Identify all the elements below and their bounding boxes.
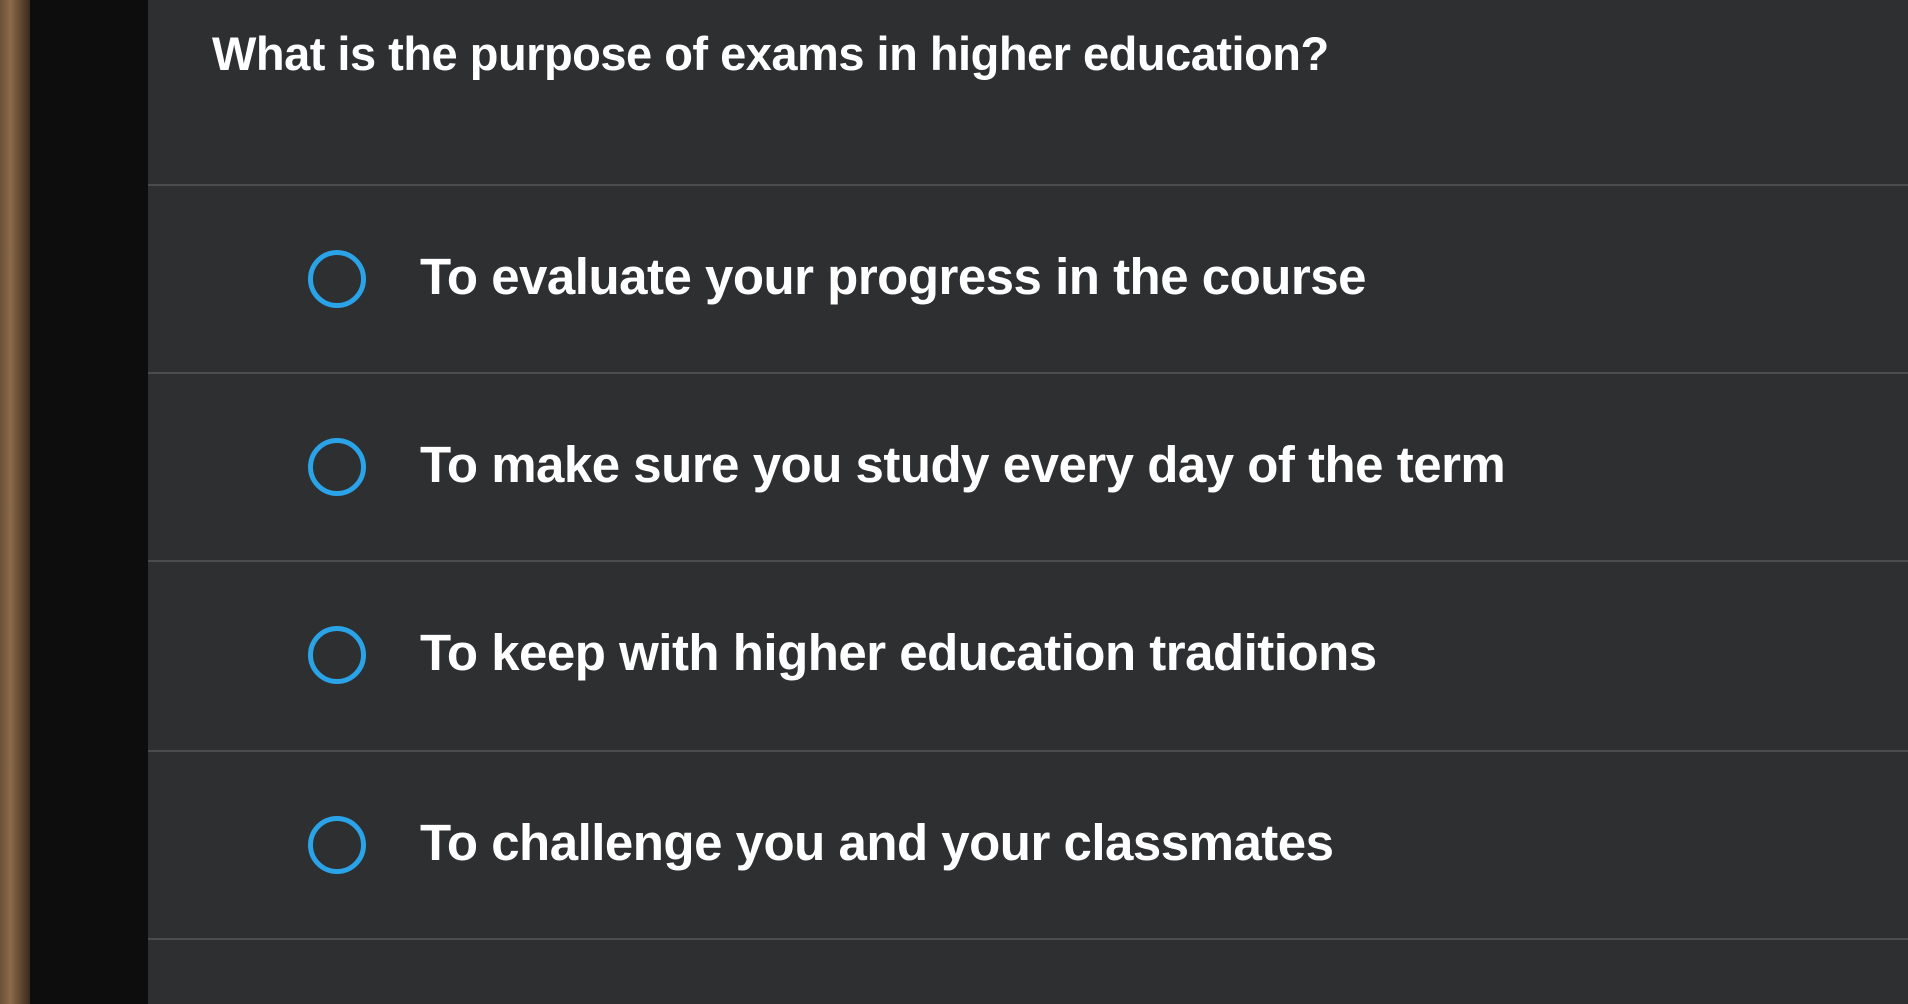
question-text: What is the purpose of exams in higher e… xyxy=(212,27,1329,80)
divider xyxy=(148,938,1908,940)
answer-option-1[interactable]: To evaluate your progress in the course xyxy=(148,186,1908,372)
device-frame-edge xyxy=(0,0,30,1004)
answer-option-label: To challenge you and your classmates xyxy=(420,814,1334,871)
answer-option-label: To keep with higher education traditions xyxy=(420,624,1377,681)
radio-button-icon[interactable] xyxy=(308,438,366,496)
answer-option-label: To make sure you study every day of the … xyxy=(420,436,1506,493)
answer-option-label: To evaluate your progress in the course xyxy=(420,248,1367,305)
radio-button-icon[interactable] xyxy=(308,816,366,874)
answer-option-3[interactable]: To keep with higher education traditions xyxy=(148,562,1908,748)
device-bezel xyxy=(30,0,148,1004)
radio-button-icon[interactable] xyxy=(308,250,366,308)
quiz-screen: What is the purpose of exams in higher e… xyxy=(148,0,1908,1004)
answer-option-4[interactable]: To challenge you and your classmates xyxy=(148,752,1908,938)
answer-option-2[interactable]: To make sure you study every day of the … xyxy=(148,374,1908,560)
radio-button-icon[interactable] xyxy=(308,626,366,684)
